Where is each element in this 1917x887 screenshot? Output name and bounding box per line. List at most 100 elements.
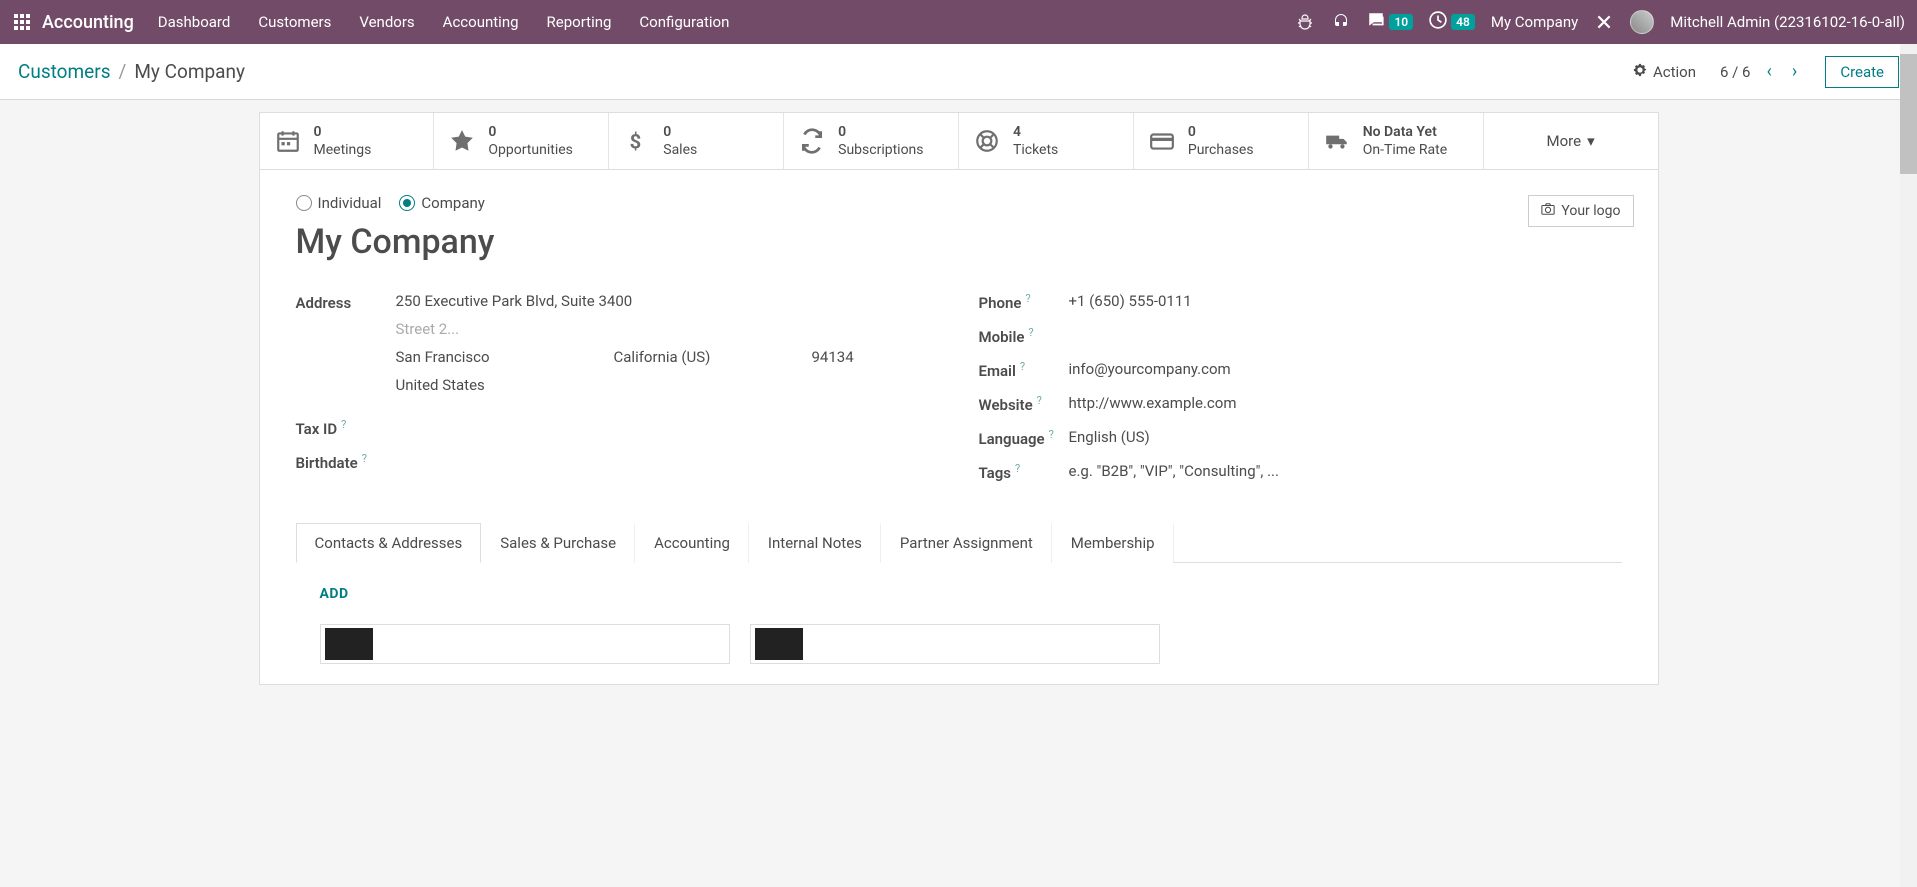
bug-icon[interactable] xyxy=(1295,12,1315,32)
add-contact-button[interactable]: ADD xyxy=(320,586,349,602)
help-icon[interactable]: ? xyxy=(1020,360,1025,373)
contact-card[interactable] xyxy=(750,624,1160,664)
address-country[interactable]: United States xyxy=(396,376,939,394)
action-label: Action xyxy=(1653,63,1696,81)
left-column: Address 250 Executive Park Blvd, Suite 3… xyxy=(296,292,939,496)
content-area: 0Meetings 0Opportunities $ 0Sales 0Subsc… xyxy=(0,100,1917,725)
label-taxid: Tax ID? xyxy=(296,418,396,438)
help-icon[interactable]: ? xyxy=(1015,462,1020,475)
company-name[interactable]: My Company xyxy=(1491,13,1578,31)
gear-icon xyxy=(1633,63,1647,81)
radio-company[interactable]: Company xyxy=(399,194,484,212)
svg-text:$: $ xyxy=(630,130,642,154)
stat-meetings[interactable]: 0Meetings xyxy=(260,113,435,169)
app-title[interactable]: Accounting xyxy=(42,12,134,33)
avatar[interactable] xyxy=(1630,10,1654,34)
user-menu[interactable]: Mitchell Admin (22316102-16-0-all) xyxy=(1670,13,1905,31)
label-birthdate: Birthdate? xyxy=(296,452,396,472)
your-logo-button[interactable]: Your logo xyxy=(1528,195,1633,227)
stat-more[interactable]: More ▾ xyxy=(1484,113,1658,169)
address-zip[interactable]: 94134 xyxy=(812,348,939,366)
record-title[interactable]: My Company xyxy=(296,222,1622,262)
messages-button[interactable]: 10 xyxy=(1367,11,1413,33)
stat-subscriptions[interactable]: 0Subscriptions xyxy=(784,113,959,169)
tab-content: ADD xyxy=(296,563,1622,684)
help-icon[interactable]: ? xyxy=(1028,326,1033,339)
breadcrumb-sep: / xyxy=(119,60,127,83)
label-email: Email? xyxy=(979,360,1069,380)
activities-count: 48 xyxy=(1451,14,1475,30)
field-tags[interactable]: e.g. "B2B", "VIP", "Consulting", ... xyxy=(1069,462,1622,480)
menu-accounting[interactable]: Accounting xyxy=(443,13,519,31)
tab-internal-notes[interactable]: Internal Notes xyxy=(749,523,881,563)
camera-icon xyxy=(1541,202,1555,220)
contact-card[interactable] xyxy=(320,624,730,664)
tab-membership[interactable]: Membership xyxy=(1052,523,1174,563)
messages-count: 10 xyxy=(1389,14,1413,30)
pager: 6 / 6 ‹ › xyxy=(1720,61,1801,82)
credit-card-icon xyxy=(1148,127,1176,155)
address-street[interactable]: 250 Executive Park Blvd, Suite 3400 xyxy=(396,292,939,310)
pager-next-icon[interactable]: › xyxy=(1788,61,1801,82)
form-sheet: 0Meetings 0Opportunities $ 0Sales 0Subsc… xyxy=(259,112,1659,685)
stat-buttons: 0Meetings 0Opportunities $ 0Sales 0Subsc… xyxy=(260,113,1658,170)
menu-reporting[interactable]: Reporting xyxy=(547,13,612,31)
truck-icon xyxy=(1323,127,1351,155)
refresh-icon xyxy=(798,127,826,155)
field-website[interactable]: http://www.example.com xyxy=(1069,394,1622,412)
label-tags: Tags? xyxy=(979,462,1069,482)
main-menu: Dashboard Customers Vendors Accounting R… xyxy=(158,13,730,31)
star-icon xyxy=(448,127,476,155)
breadcrumb-root[interactable]: Customers xyxy=(18,60,111,83)
lifering-icon xyxy=(973,127,1001,155)
contact-thumb xyxy=(755,628,803,660)
tools-icon[interactable] xyxy=(1594,12,1614,32)
navbar-right: 10 48 My Company Mitchell Admin (2231610… xyxy=(1295,10,1905,34)
address-city[interactable]: San Francisco xyxy=(396,348,606,366)
help-icon[interactable]: ? xyxy=(341,418,346,431)
help-icon[interactable]: ? xyxy=(1037,394,1042,407)
support-icon[interactable] xyxy=(1331,12,1351,32)
field-phone[interactable]: +1 (650) 555-0111 xyxy=(1069,292,1622,310)
apps-icon[interactable] xyxy=(12,12,32,32)
stat-sales[interactable]: $ 0Sales xyxy=(609,113,784,169)
tabs: Contacts & Addresses Sales & Purchase Ac… xyxy=(296,522,1622,563)
top-navbar: Accounting Dashboard Customers Vendors A… xyxy=(0,0,1917,44)
right-column: Phone? +1 (650) 555-0111 Mobile? Email? … xyxy=(979,292,1622,496)
help-icon[interactable]: ? xyxy=(1049,428,1054,441)
label-phone: Phone? xyxy=(979,292,1069,312)
stat-ontime[interactable]: No Data YetOn-Time Rate xyxy=(1309,113,1484,169)
address-street2[interactable]: Street 2... xyxy=(396,320,939,338)
help-icon[interactable]: ? xyxy=(1025,292,1030,305)
stat-tickets[interactable]: 4Tickets xyxy=(959,113,1134,169)
label-address: Address xyxy=(296,292,396,312)
stat-purchases[interactable]: 0Purchases xyxy=(1134,113,1309,169)
breadcrumb-current: My Company xyxy=(134,60,245,83)
tab-contacts[interactable]: Contacts & Addresses xyxy=(296,523,482,563)
menu-configuration[interactable]: Configuration xyxy=(639,13,729,31)
menu-vendors[interactable]: Vendors xyxy=(359,13,414,31)
contact-thumb xyxy=(325,628,373,660)
menu-dashboard[interactable]: Dashboard xyxy=(158,13,231,31)
field-language[interactable]: English (US) xyxy=(1069,428,1622,446)
menu-customers[interactable]: Customers xyxy=(258,13,331,31)
address-state[interactable]: California (US) xyxy=(614,348,804,366)
pager-text[interactable]: 6 / 6 xyxy=(1720,63,1751,81)
create-button[interactable]: Create xyxy=(1825,56,1899,88)
help-icon[interactable]: ? xyxy=(362,452,367,465)
caret-down-icon: ▾ xyxy=(1587,132,1595,150)
action-dropdown[interactable]: Action xyxy=(1633,63,1696,81)
scrollbar[interactable] xyxy=(1900,44,1917,887)
tab-sales-purchase[interactable]: Sales & Purchase xyxy=(481,523,635,563)
form-body: Individual Company Your logo My Company xyxy=(260,170,1658,684)
dollar-icon: $ xyxy=(623,127,651,155)
label-language: Language? xyxy=(979,428,1069,448)
calendar-icon xyxy=(274,127,302,155)
activities-button[interactable]: 48 xyxy=(1429,11,1475,33)
tab-accounting[interactable]: Accounting xyxy=(635,523,749,563)
tab-partner-assignment[interactable]: Partner Assignment xyxy=(881,523,1052,563)
pager-prev-icon[interactable]: ‹ xyxy=(1763,61,1776,82)
stat-opportunities[interactable]: 0Opportunities xyxy=(434,113,609,169)
radio-individual[interactable]: Individual xyxy=(296,194,382,212)
field-email[interactable]: info@yourcompany.com xyxy=(1069,360,1622,378)
